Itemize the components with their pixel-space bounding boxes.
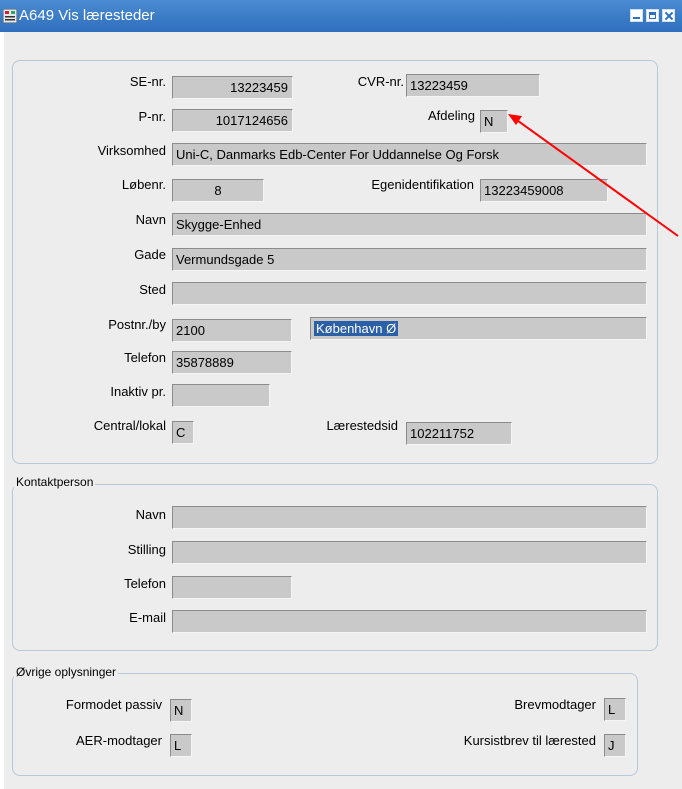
aer-modtager-field[interactable]: L xyxy=(170,734,192,757)
egenidentifikation-field[interactable]: 13223459008 xyxy=(480,179,608,202)
kontaktperson-title: Kontaktperson xyxy=(14,475,96,489)
app-icon xyxy=(3,9,17,23)
brevmodtager-label: Brevmodtager xyxy=(514,697,596,712)
kontakt-stilling-field[interactable] xyxy=(172,541,647,564)
close-icon[interactable] xyxy=(662,9,675,22)
cvr-nr-label: CVR-nr. xyxy=(357,74,404,89)
egenidentifikation-label: Egenidentifikation xyxy=(371,177,474,192)
kursistbrev-field[interactable]: J xyxy=(604,734,626,757)
by-selected-text: København Ø xyxy=(314,321,399,336)
form-body: SE-nr. 13223459 CVR-nr. 13223459 P-nr. 1… xyxy=(4,32,682,789)
lobenr-field[interactable]: 8 xyxy=(172,179,264,202)
se-nr-label: SE-nr. xyxy=(129,74,166,89)
aer-modtager-label: AER-modtager xyxy=(76,733,162,748)
kontakt-email-label: E-mail xyxy=(129,610,166,625)
gade-label: Gade xyxy=(134,247,166,262)
window-title: A649 Vis læresteder xyxy=(19,7,155,24)
kursistbrev-label: Kursistbrev til lærested xyxy=(463,733,596,748)
virksomhed-label: Virksomhed xyxy=(97,143,166,158)
minimize-icon[interactable] xyxy=(630,9,643,22)
postnr-field[interactable]: 2100 xyxy=(172,319,292,342)
postnr-by-label: Postnr./by xyxy=(108,317,166,332)
kontakt-stilling-label: Stilling xyxy=(127,542,166,557)
sted-field[interactable] xyxy=(172,282,647,305)
inaktiv-field[interactable] xyxy=(172,384,270,407)
laerestedsid-label: Lærestedsid xyxy=(326,418,398,433)
central-lokal-label: Central/lokal xyxy=(93,418,166,433)
by-field[interactable]: København Ø xyxy=(310,317,647,340)
lobenr-label: Løbenr. xyxy=(121,177,166,192)
kontakt-telefon-label: Telefon xyxy=(124,576,166,591)
brevmodtager-field[interactable]: L xyxy=(604,698,626,721)
ovrige-title: Øvrige oplysninger xyxy=(14,665,119,679)
virksomhed-field[interactable]: Uni-C, Danmarks Edb-Center For Uddannels… xyxy=(172,143,647,166)
kontakt-navn-label: Navn xyxy=(135,507,166,522)
gade-field[interactable]: Vermundsgade 5 xyxy=(172,248,647,271)
formodet-passiv-field[interactable]: N xyxy=(170,699,192,722)
cvr-nr-field[interactable]: 13223459 xyxy=(406,74,540,97)
kontakt-email-field[interactable] xyxy=(172,610,647,633)
se-nr-field[interactable]: 13223459 xyxy=(172,76,293,99)
telefon-label: Telefon xyxy=(124,350,166,365)
navn-field[interactable]: Skygge-Enhed xyxy=(172,213,647,236)
central-lokal-field[interactable]: C xyxy=(172,421,194,444)
laerestedsid-field[interactable]: 102211752 xyxy=(406,422,512,445)
navn-label: Navn xyxy=(135,212,166,227)
window-titlebar: A649 Vis læresteder xyxy=(0,0,682,32)
inaktiv-label: Inaktiv pr. xyxy=(110,384,166,399)
sted-label: Sted xyxy=(139,282,166,297)
maximize-icon[interactable] xyxy=(646,9,659,22)
kontakt-telefon-field[interactable] xyxy=(172,576,292,599)
kontakt-navn-field[interactable] xyxy=(172,506,647,529)
afdeling-field[interactable]: N xyxy=(480,110,508,133)
p-nr-field[interactable]: 1017124656 xyxy=(172,109,293,132)
telefon-field[interactable]: 35878889 xyxy=(172,351,292,374)
p-nr-label: P-nr. xyxy=(138,109,166,124)
afdeling-label: Afdeling xyxy=(428,108,475,123)
formodet-passiv-label: Formodet passiv xyxy=(65,697,162,712)
ovrige-panel xyxy=(12,673,638,776)
